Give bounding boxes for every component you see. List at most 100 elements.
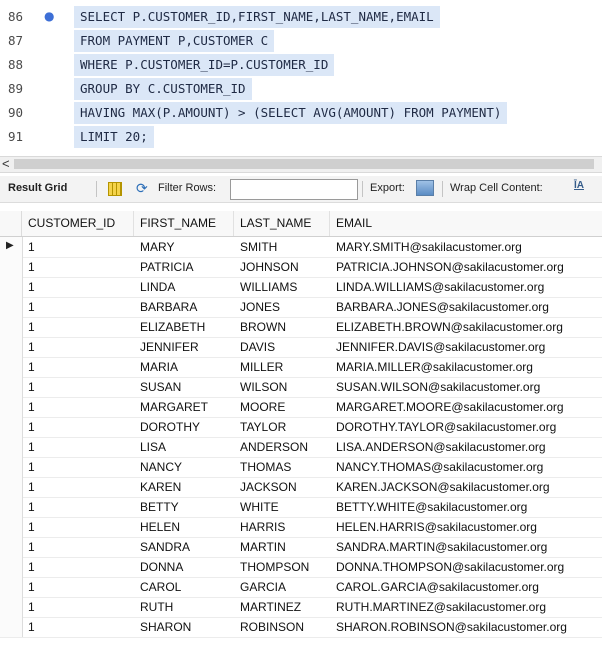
- row-marker[interactable]: [0, 377, 23, 397]
- cell-customer-id[interactable]: 1: [22, 237, 134, 257]
- cell-first-name[interactable]: HELEN: [134, 517, 234, 537]
- sql-editor[interactable]: 86 ● SELECT P.CUSTOMER_ID,FIRST_NAME,LAS…: [0, 0, 602, 156]
- row-marker[interactable]: [0, 457, 23, 477]
- cell-last-name[interactable]: HARRIS: [234, 517, 330, 537]
- cell-first-name[interactable]: MARGARET: [134, 397, 234, 417]
- grid-view-icon[interactable]: [108, 182, 122, 196]
- cell-email[interactable]: LISA.ANDERSON@sakilacustomer.org: [330, 437, 602, 457]
- table-row[interactable]: ▶ 1 MARY SMITH MARY.SMITH@sakilacustomer.org: [0, 237, 602, 258]
- cell-email[interactable]: PATRICIA.JOHNSON@sakilacustomer.org: [330, 257, 602, 277]
- cell-email[interactable]: MARY.SMITH@sakilacustomer.org: [330, 237, 602, 257]
- row-marker[interactable]: [0, 337, 23, 357]
- filter-rows-input[interactable]: [230, 179, 358, 200]
- cell-first-name[interactable]: JENNIFER: [134, 337, 234, 357]
- row-marker[interactable]: [0, 437, 23, 457]
- cell-customer-id[interactable]: 1: [22, 557, 134, 577]
- cell-first-name[interactable]: LISA: [134, 437, 234, 457]
- table-row[interactable]: 1 LISA ANDERSON LISA.ANDERSON@sakilacustome…: [0, 437, 602, 458]
- cell-email[interactable]: LINDA.WILLIAMS@sakilacustomer.org: [330, 277, 602, 297]
- editor-horizontal-scrollbar[interactable]: <: [0, 156, 602, 173]
- cell-customer-id[interactable]: 1: [22, 277, 134, 297]
- editor-line[interactable]: 89 GROUP BY C.CUSTOMER_ID: [0, 78, 602, 100]
- row-marker[interactable]: [0, 597, 23, 617]
- cell-customer-id[interactable]: 1: [22, 337, 134, 357]
- cell-email[interactable]: CAROL.GARCIA@sakilacustomer.org: [330, 577, 602, 597]
- cell-customer-id[interactable]: 1: [22, 437, 134, 457]
- wrap-cell-icon[interactable]: ĪA: [574, 180, 584, 191]
- cell-email[interactable]: BARBARA.JONES@sakilacustomer.org: [330, 297, 602, 317]
- cell-email[interactable]: DOROTHY.TAYLOR@sakilacustomer.org: [330, 417, 602, 437]
- cell-last-name[interactable]: ROBINSON: [234, 617, 330, 637]
- cell-customer-id[interactable]: 1: [22, 517, 134, 537]
- cell-customer-id[interactable]: 1: [22, 497, 134, 517]
- table-row[interactable]: 1 HELEN HARRIS HELEN.HARRIS@sakilacustomer.…: [0, 517, 602, 538]
- cell-email[interactable]: JENNIFER.DAVIS@sakilacustomer.org: [330, 337, 602, 357]
- cell-last-name[interactable]: SMITH: [234, 237, 330, 257]
- cell-last-name[interactable]: THOMPSON: [234, 557, 330, 577]
- cell-first-name[interactable]: MARIA: [134, 357, 234, 377]
- row-marker[interactable]: [0, 517, 23, 537]
- cell-first-name[interactable]: PATRICIA: [134, 257, 234, 277]
- cell-last-name[interactable]: MILLER: [234, 357, 330, 377]
- row-marker[interactable]: [0, 257, 23, 277]
- cell-last-name[interactable]: MARTIN: [234, 537, 330, 557]
- cell-email[interactable]: SANDRA.MARTIN@sakilacustomer.org: [330, 537, 602, 557]
- result-grid-tab[interactable]: Result Grid: [8, 182, 67, 194]
- cell-first-name[interactable]: ELIZABETH: [134, 317, 234, 337]
- column-header-email[interactable]: EMAIL: [330, 211, 602, 236]
- table-row[interactable]: 1 JENNIFER DAVIS JENNIFER.DAVIS@sakilacusto…: [0, 337, 602, 358]
- cell-email[interactable]: SUSAN.WILSON@sakilacustomer.org: [330, 377, 602, 397]
- cell-email[interactable]: MARGARET.MOORE@sakilacustomer.org: [330, 397, 602, 417]
- cell-customer-id[interactable]: 1: [22, 397, 134, 417]
- cell-customer-id[interactable]: 1: [22, 417, 134, 437]
- cell-last-name[interactable]: TAYLOR: [234, 417, 330, 437]
- table-row[interactable]: 1 BETTY WHITE BETTY.WHITE@sakilacustomer.or…: [0, 497, 602, 518]
- cell-email[interactable]: SHARON.ROBINSON@sakilacustomer.org: [330, 617, 602, 637]
- cell-last-name[interactable]: ANDERSON: [234, 437, 330, 457]
- cell-last-name[interactable]: MARTINEZ: [234, 597, 330, 617]
- row-marker[interactable]: [0, 537, 23, 557]
- cell-last-name[interactable]: WILSON: [234, 377, 330, 397]
- table-row[interactable]: 1 DOROTHY TAYLOR DOROTHY.TAYLOR@sakilacusto…: [0, 417, 602, 438]
- table-row[interactable]: 1 BARBARA JONES BARBARA.JONES@sakilacustome…: [0, 297, 602, 318]
- cell-last-name[interactable]: JOHNSON: [234, 257, 330, 277]
- table-row[interactable]: 1 DONNA THOMPSON DONNA.THOMPSON@sakilacusto…: [0, 557, 602, 578]
- editor-line[interactable]: 88 WHERE P.CUSTOMER_ID=P.CUSTOMER_ID: [0, 54, 602, 76]
- cell-customer-id[interactable]: 1: [22, 617, 134, 637]
- cell-email[interactable]: MARIA.MILLER@sakilacustomer.org: [330, 357, 602, 377]
- cell-last-name[interactable]: JACKSON: [234, 477, 330, 497]
- cell-last-name[interactable]: BROWN: [234, 317, 330, 337]
- table-row[interactable]: 1 RUTH MARTINEZ RUTH.MARTINEZ@sakilacustome…: [0, 597, 602, 618]
- table-row[interactable]: 1 MARIA MILLER MARIA.MILLER@sakilacustomer.…: [0, 357, 602, 378]
- editor-line[interactable]: 90 HAVING MAX(P.AMOUNT) > (SELECT AVG(AM…: [0, 102, 602, 124]
- cell-customer-id[interactable]: 1: [22, 357, 134, 377]
- cell-email[interactable]: NANCY.THOMAS@sakilacustomer.org: [330, 457, 602, 477]
- cell-first-name[interactable]: MARY: [134, 237, 234, 257]
- column-header-customer-id[interactable]: CUSTOMER_ID: [22, 211, 134, 236]
- cell-customer-id[interactable]: 1: [22, 597, 134, 617]
- cell-customer-id[interactable]: 1: [22, 477, 134, 497]
- row-marker[interactable]: [0, 577, 23, 597]
- cell-first-name[interactable]: RUTH: [134, 597, 234, 617]
- column-header-first-name[interactable]: FIRST_NAME: [134, 211, 234, 236]
- editor-line[interactable]: 87 FROM PAYMENT P,CUSTOMER C: [0, 30, 602, 52]
- cell-last-name[interactable]: JONES: [234, 297, 330, 317]
- scroll-left-icon[interactable]: <: [2, 156, 10, 171]
- row-marker[interactable]: [0, 397, 23, 417]
- cell-customer-id[interactable]: 1: [22, 297, 134, 317]
- cell-email[interactable]: KAREN.JACKSON@sakilacustomer.org: [330, 477, 602, 497]
- table-row[interactable]: 1 PATRICIA JOHNSON PATRICIA.JOHNSON@sakilac…: [0, 257, 602, 278]
- editor-line[interactable]: 91 LIMIT 20;: [0, 126, 602, 148]
- row-marker[interactable]: [0, 557, 23, 577]
- table-row[interactable]: 1 CAROL GARCIA CAROL.GARCIA@sakilacustomer.…: [0, 577, 602, 598]
- refresh-icon[interactable]: ⟳: [136, 180, 148, 197]
- row-marker[interactable]: [0, 317, 23, 337]
- table-row[interactable]: 1 SUSAN WILSON SUSAN.WILSON@sakilacustomer.…: [0, 377, 602, 398]
- cell-email[interactable]: RUTH.MARTINEZ@sakilacustomer.org: [330, 597, 602, 617]
- row-marker[interactable]: [0, 617, 23, 637]
- row-marker[interactable]: ▶: [0, 237, 23, 257]
- editor-line[interactable]: 86 ● SELECT P.CUSTOMER_ID,FIRST_NAME,LAS…: [0, 6, 602, 28]
- cell-email[interactable]: BETTY.WHITE@sakilacustomer.org: [330, 497, 602, 517]
- code-text[interactable]: FROM PAYMENT P,CUSTOMER C: [74, 30, 275, 52]
- cell-first-name[interactable]: KAREN: [134, 477, 234, 497]
